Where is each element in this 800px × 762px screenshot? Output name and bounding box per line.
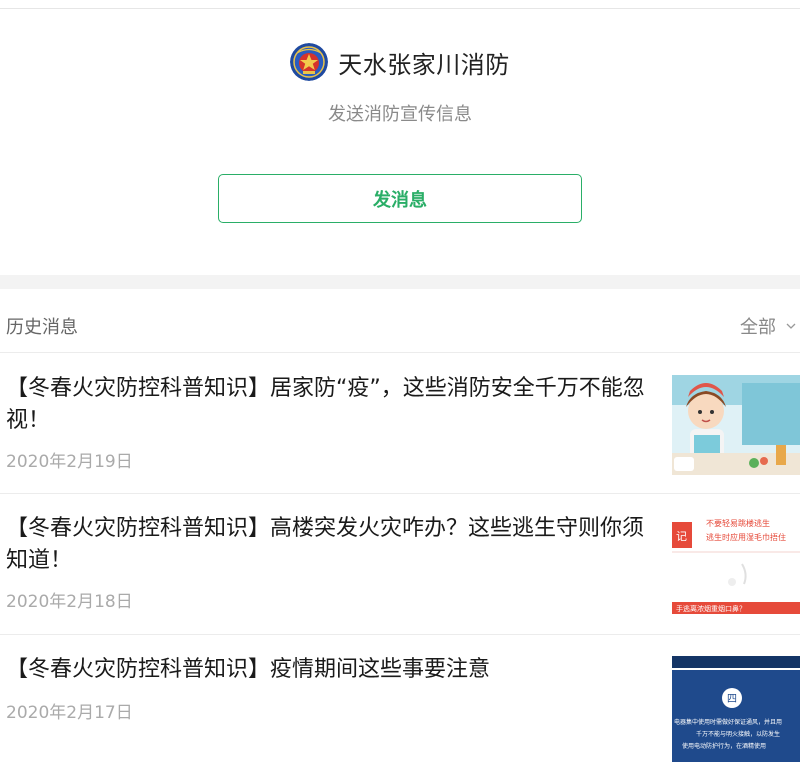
history-header: 历史消息 全部	[0, 289, 800, 353]
fire-rescue-emblem-icon	[290, 43, 329, 81]
message-date: 2020年2月19日	[6, 452, 133, 472]
thumb-caption-1: 电器集中使用时需做好保证通风，并且用	[674, 718, 782, 726]
filter-label: 全部	[740, 317, 776, 338]
message-title: 【冬春火灾防控科普知识】疫情期间这些事要注意	[6, 657, 491, 682]
thumb-badge: 四	[727, 694, 737, 705]
account-avatar[interactable]	[290, 43, 329, 81]
thumb-caption-2: 逃生时应用湿毛巾捂住	[706, 532, 786, 542]
history-title: 历史消息	[6, 317, 78, 338]
account-name: 天水张家川消防	[338, 50, 510, 79]
message-thumbnail	[672, 375, 800, 475]
thumb-badge: 记	[676, 530, 687, 543]
epidemic-safety-image: 四 电器集中使用时需做好保证通风，并且用 千万不能与明火接触，以防发生 使用电动…	[672, 656, 800, 762]
cartoon-girl-image	[672, 375, 800, 475]
evacuation-tips-image: 记 不要轻易跳楼逃生 逃生时应用湿毛巾捂住 手逃离浓烟重烟口鼻？	[672, 514, 800, 614]
thumb-caption-2: 千万不能与明火接触，以防发生	[696, 730, 780, 738]
message-thumbnail: 四 电器集中使用时需做好保证通风，并且用 千万不能与明火接触，以防发生 使用电动…	[672, 656, 800, 762]
message-thumbnail: 记 不要轻易跳楼逃生 逃生时应用湿毛巾捂住 手逃离浓烟重烟口鼻？	[672, 514, 800, 614]
history-message-item[interactable]: 【冬春火灾防控科普知识】高楼突发火灾咋办？这些逃生守则你须知道！ 2020年2月…	[0, 494, 800, 635]
history-message-item[interactable]: 【冬春火灾防控科普知识】居家防“疫”，这些消防安全千万不能忽视！ 2020年2月…	[0, 354, 800, 494]
account-description: 发送消防宣传信息	[328, 104, 472, 125]
message-title: 【冬春火灾防控科普知识】居家防“疫”，这些消防安全千万不能忽视！	[6, 376, 645, 433]
send-message-button[interactable]: 发消息	[218, 174, 582, 223]
account-profile: 天水张家川消防 发送消防宣传信息 发消息	[0, 9, 800, 275]
message-date: 2020年2月18日	[6, 592, 133, 612]
history-filter-dropdown[interactable]: 全部	[740, 313, 796, 339]
message-title: 【冬春火灾防控科普知识】高楼突发火灾咋办？这些逃生守则你须知道！	[6, 516, 645, 573]
section-gap	[0, 275, 800, 289]
thumb-caption-3: 手逃离浓烟重烟口鼻？	[676, 604, 746, 613]
account-header: 天水张家川消防	[0, 43, 800, 81]
chevron-down-icon	[786, 323, 796, 329]
history-message-item[interactable]: 【冬春火灾防控科普知识】疫情期间这些事要注意 2020年2月17日 四 电器集中…	[0, 635, 800, 762]
thumb-caption-3: 使用电动防护行为，在酒精使用	[682, 742, 766, 750]
thumb-caption-1: 不要轻易跳楼逃生	[706, 518, 770, 528]
message-date: 2020年2月17日	[6, 703, 133, 723]
